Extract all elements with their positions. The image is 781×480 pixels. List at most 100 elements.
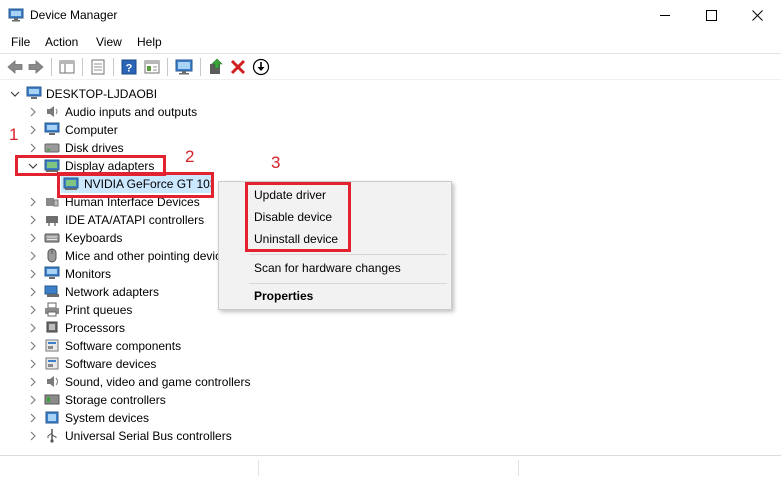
chevron-right-icon[interactable]: [28, 106, 38, 117]
tree-item-label: Software components: [65, 339, 182, 353]
tree-item-label: Audio inputs and outputs: [65, 105, 198, 119]
close-button[interactable]: [735, 0, 781, 31]
chevron-right-icon[interactable]: [28, 376, 38, 387]
chevron-right-icon[interactable]: [28, 196, 38, 207]
menu-view[interactable]: View: [96, 35, 122, 49]
chevron-right-icon[interactable]: [28, 232, 38, 243]
tree-root[interactable]: DESKTOP-LJDAOBI: [0, 85, 300, 103]
chevron-right-icon[interactable]: [28, 124, 38, 135]
chevron-down-icon[interactable]: [10, 88, 20, 98]
tree-category-system-devices[interactable]: System devices: [0, 409, 300, 427]
ide-controller-icon: [44, 212, 60, 227]
tree-item-label: Software devices: [65, 357, 157, 371]
toolbar: ?: [0, 53, 781, 80]
tree-item-label: Processors: [65, 321, 126, 335]
chevron-right-icon[interactable]: [28, 430, 38, 441]
root-label: DESKTOP-LJDAOBI: [46, 87, 158, 101]
tree-category-audio-inputs-and-outputs[interactable]: Audio inputs and outputs: [0, 103, 300, 121]
tree-category-processors[interactable]: Processors: [0, 319, 300, 337]
computer-icon: [44, 122, 60, 137]
processor-icon: [44, 320, 60, 335]
tree-category-software-components[interactable]: Software components: [0, 337, 300, 355]
annotation-number-2: 2: [185, 147, 195, 166]
toolbar-separator: [167, 58, 168, 76]
minimize-button[interactable]: [643, 0, 689, 31]
storage-controller-icon: [44, 392, 60, 407]
chevron-right-icon[interactable]: [28, 322, 38, 333]
menu-scan-hardware[interactable]: Scan for hardware changes: [254, 261, 401, 275]
menu-action[interactable]: Action: [45, 35, 78, 49]
system-device-icon: [44, 410, 60, 425]
forward-arrow-icon[interactable]: [27, 58, 45, 76]
chevron-right-icon[interactable]: [28, 214, 38, 225]
menu-separator: [249, 254, 447, 255]
computer-icon: [26, 86, 42, 101]
status-divider: [258, 460, 259, 476]
chevron-right-icon[interactable]: [28, 268, 38, 279]
chevron-right-icon[interactable]: [28, 412, 38, 423]
tree-category-computer[interactable]: Computer: [0, 121, 300, 139]
chevron-right-icon[interactable]: [28, 142, 38, 153]
uninstall-x-icon[interactable]: [229, 58, 247, 76]
tree-item-label: System devices: [65, 411, 150, 425]
menu-help[interactable]: Help: [137, 35, 162, 49]
network-adapter-icon: [44, 284, 60, 299]
status-divider: [518, 460, 519, 476]
chevron-right-icon[interactable]: [28, 394, 38, 405]
menu-properties[interactable]: Properties: [254, 289, 313, 303]
title-bar: Device Manager: [0, 0, 781, 32]
software-component-icon: [44, 338, 60, 353]
tree-category-software-devices[interactable]: Software devices: [0, 355, 300, 373]
chevron-right-icon[interactable]: [28, 286, 38, 297]
disk-drive-icon: [44, 140, 60, 155]
annotation-box-menu: [245, 182, 351, 252]
sound-icon: [44, 374, 60, 389]
svg-text:?: ?: [126, 63, 133, 75]
tree-item-label: Computer: [65, 123, 118, 137]
chevron-right-icon[interactable]: [28, 250, 38, 261]
speaker-icon: [44, 104, 60, 119]
printer-icon: [44, 302, 60, 317]
tree-item-label: Storage controllers: [65, 393, 166, 407]
tree-item-label: Monitors: [65, 267, 112, 281]
show-hide-tree-icon[interactable]: [58, 58, 76, 76]
device-manager-app-icon: [8, 8, 24, 22]
status-bar: [0, 455, 781, 480]
tree-item-label: Sound, video and game controllers: [65, 375, 251, 389]
menu-file[interactable]: File: [11, 35, 30, 49]
toolbar-separator: [82, 58, 83, 76]
tree-item-label: Print queues: [65, 303, 133, 317]
download-icon[interactable]: [252, 58, 270, 76]
tree-category-storage-controllers[interactable]: Storage controllers: [0, 391, 300, 409]
menu-bar: File Action View Help: [0, 32, 781, 52]
mouse-icon: [44, 248, 60, 263]
tree-item-label: Keyboards: [65, 231, 123, 245]
toolbar-separator: [51, 58, 52, 76]
window-title: Device Manager: [30, 8, 118, 22]
tree-item-label: Network adapters: [65, 285, 160, 299]
tree-item-label: Mice and other pointing devices: [65, 249, 234, 263]
keyboard-icon: [44, 230, 60, 245]
menu-separator: [249, 283, 447, 284]
toolbar-separator: [200, 58, 201, 76]
tree-category-universal-serial-bus-controllers[interactable]: Universal Serial Bus controllers: [0, 427, 300, 445]
toolbar-separator: [113, 58, 114, 76]
update-driver-icon[interactable]: [207, 58, 225, 76]
usb-icon: [44, 428, 60, 443]
tree-item-label: Disk drives: [65, 141, 124, 155]
chevron-right-icon[interactable]: [28, 358, 38, 369]
tree-category-sound-video-and-game-controllers[interactable]: Sound, video and game controllers: [0, 373, 300, 391]
tree-item-label: Universal Serial Bus controllers: [65, 429, 232, 443]
chevron-right-icon[interactable]: [28, 340, 38, 351]
back-arrow-icon[interactable]: [6, 58, 24, 76]
tree-item-label: IDE ATA/ATAPI controllers: [65, 213, 205, 227]
chevron-right-icon[interactable]: [28, 304, 38, 315]
help-icon[interactable]: ?: [120, 58, 138, 76]
properties-icon[interactable]: [89, 58, 107, 76]
software-device-icon: [44, 356, 60, 371]
monitor-icon[interactable]: [175, 58, 193, 76]
monitor-icon: [44, 266, 60, 281]
details-view-icon[interactable]: [143, 58, 161, 76]
annotation-number-3: 3: [271, 153, 281, 172]
maximize-button[interactable]: [689, 0, 735, 31]
